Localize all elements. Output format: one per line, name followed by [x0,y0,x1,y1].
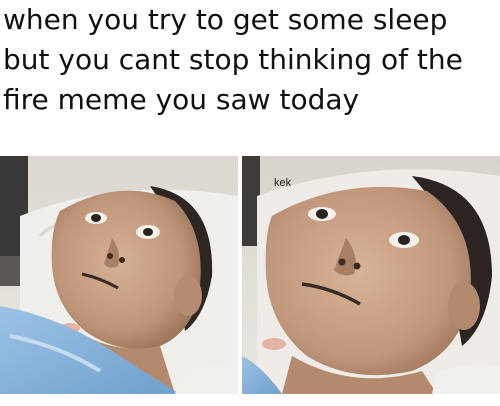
mannequin-image-right: kek [242,156,500,394]
meme-caption: when you try to get some sleep but you c… [3,0,497,120]
panel-left-mannequin [0,156,238,394]
caption-line-2: but you cant stop thinking of the [3,43,463,76]
caption-line-3: fire meme you saw today [3,83,360,116]
caption-line-1: when you try to get some sleep [3,3,448,36]
panel-right-mannequin: kek [242,156,500,394]
kek-label: kek [274,177,292,189]
meme-image: kek [0,156,500,394]
mannequin-image-left [0,156,238,394]
